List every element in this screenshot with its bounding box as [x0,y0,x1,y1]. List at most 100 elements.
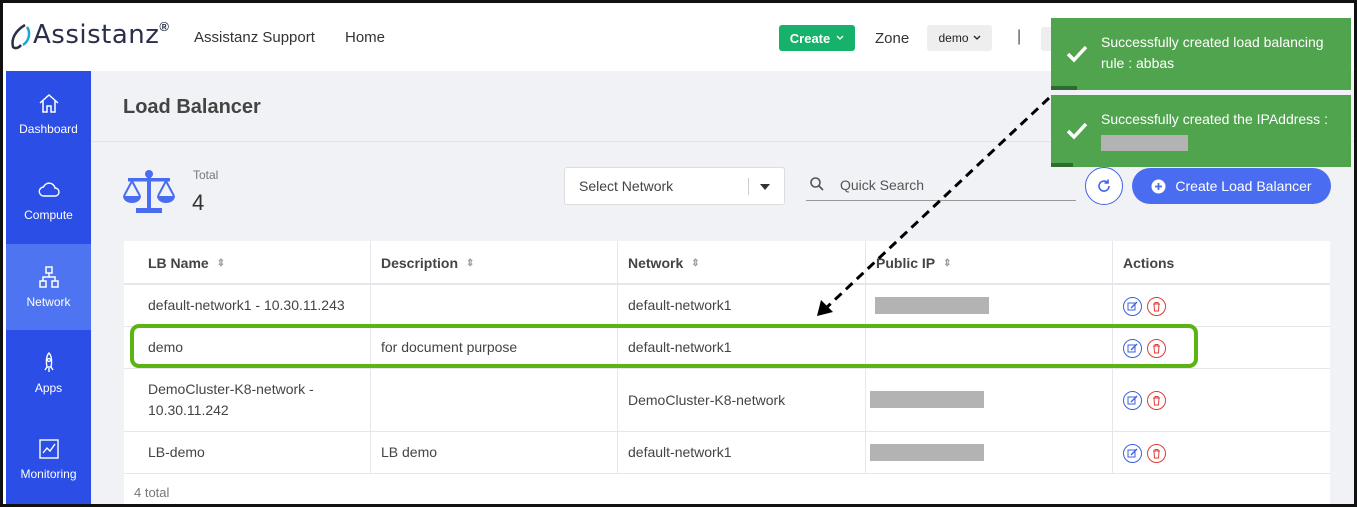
edit-icon [1127,343,1138,353]
column-header-lb-name[interactable]: LB Name ⇕ [148,241,225,285]
cloud-icon [38,182,60,197]
caret-down-icon [760,184,770,190]
toast-message: Successfully created the IPAddress : [1101,109,1341,151]
search-input[interactable] [840,173,1070,197]
checkmark-icon [1066,45,1088,63]
checkmark-icon [1066,122,1088,140]
refresh-icon [1098,179,1110,192]
row-actions [1123,297,1166,316]
edit-button[interactable] [1123,391,1142,410]
column-header-actions: Actions [1123,241,1174,285]
zone-select-value: demo [938,31,969,45]
column-label: Public IP [876,255,936,271]
brand-logo[interactable]: Assistanz ® [9,19,169,55]
sidebar-item-label: Compute [24,208,73,222]
sidebar-item-label: Apps [34,381,63,395]
home-icon [39,93,58,113]
balance-scale-icon [123,170,175,213]
cell-lb-name: LB-demo [148,444,205,460]
logo-text: Assistanz [33,20,160,50]
column-label: LB Name [148,255,209,271]
row-actions [1123,391,1166,410]
total-count: 4 [192,190,205,215]
cell-description: for document purpose [381,339,518,355]
zone-select[interactable]: demo [927,25,992,51]
nav-link-support[interactable]: Assistanz Support [194,29,315,46]
column-label: Actions [1123,255,1175,271]
cell-lb-name: demo [148,339,184,355]
select-separator [748,178,749,195]
chart-icon [38,439,59,459]
nav-link-home[interactable]: Home [345,29,385,46]
toast-message-text: Successfully created the IPAddress : [1101,111,1328,127]
cell-description: LB demo [381,444,438,460]
sort-icon: ⇕ [691,257,700,269]
success-toast[interactable]: Successfully created load balancing rule… [1051,18,1351,90]
redacted-public-ip [875,297,989,314]
table-header: LB Name ⇕ Description ⇕ Network ⇕ Public IP… [124,241,1330,285]
app-window: Assistanz ® Assistanz Support Home Creat… [0,0,1357,507]
table-row[interactable]: LB-demo LB demo default-network1 [124,432,1330,474]
page-title: Load Balancer [123,96,261,118]
trash-icon [1153,344,1160,354]
delete-button[interactable] [1147,444,1166,463]
edit-button[interactable] [1123,444,1142,463]
toast-progress [1051,86,1077,90]
redacted-public-ip [870,444,984,461]
table-row[interactable]: demo for document purpose default-networ… [124,327,1330,369]
sidebar-item-dashboard[interactable]: Dashboard [6,71,91,157]
network-select[interactable]: Select Network [564,167,785,205]
create-load-balancer-label: Create Load Balancer [1175,178,1312,194]
sidebar-item-network[interactable]: Network [6,244,91,330]
edit-button[interactable] [1123,297,1142,316]
chevron-down-icon [973,35,980,40]
delete-button[interactable] [1147,297,1166,316]
sidebar-item-label: Dashboard [19,122,78,136]
trash-icon [1153,302,1160,312]
edit-icon [1127,301,1138,311]
sidebar: Dashboard Compute Network Apps Monitorin… [6,71,91,504]
toast-message: Successfully created load balancing rule… [1101,34,1324,71]
logo-registered-mark: ® [159,19,169,34]
create-dropdown-button[interactable]: Create [779,25,855,51]
redacted-ip-address [1101,134,1188,151]
sidebar-item-label: Monitoring [20,467,77,481]
column-label: Network [628,255,684,271]
delete-button[interactable] [1147,339,1166,358]
row-actions [1123,339,1166,358]
column-header-network[interactable]: Network ⇕ [628,241,700,285]
edit-button[interactable] [1123,339,1142,358]
toast-progress [1051,163,1073,167]
refresh-button[interactable] [1085,167,1123,205]
row-actions [1123,444,1166,463]
table-row[interactable]: default-network1 - 10.30.11.243 default-… [124,285,1330,327]
table-row[interactable]: DemoCluster-K8-network - 10.30.11.242 De… [124,369,1330,432]
sidebar-item-monitoring[interactable]: Monitoring [6,416,91,502]
edit-icon [1127,395,1138,405]
search-icon [810,177,824,191]
create-load-balancer-button[interactable]: Create Load Balancer [1132,168,1331,204]
edit-icon [1127,448,1138,458]
sort-icon: ⇕ [216,257,226,269]
table-footer-total: 4 total [134,485,170,500]
cell-lb-name: DemoCluster-K8-network - 10.30.11.242 [148,381,314,418]
column-header-public-ip[interactable]: Public IP ⇕ [876,241,952,285]
sidebar-item-compute[interactable]: Compute [6,157,91,243]
delete-button[interactable] [1147,391,1166,410]
column-header-description[interactable]: Description ⇕ [381,241,474,285]
sidebar-item-label: Network [26,295,71,309]
success-toast[interactable]: Successfully created the IPAddress : [1051,95,1351,167]
trash-icon [1153,449,1160,459]
cell-network: DemoCluster-K8-network [628,391,786,408]
plus-circle-icon [1151,179,1166,193]
header-divider: | [1017,28,1022,45]
column-label: Description [381,255,459,271]
network-icon [38,266,59,288]
sidebar-item-apps[interactable]: Apps [6,330,91,416]
logo-mark-icon [11,23,31,50]
quick-search [806,170,1076,201]
cell-network: default-network1 [628,339,732,355]
sort-icon: ⇕ [466,257,475,269]
create-button-label: Create [789,30,831,46]
cell-lb-name: default-network1 - 10.30.11.243 [148,297,345,313]
